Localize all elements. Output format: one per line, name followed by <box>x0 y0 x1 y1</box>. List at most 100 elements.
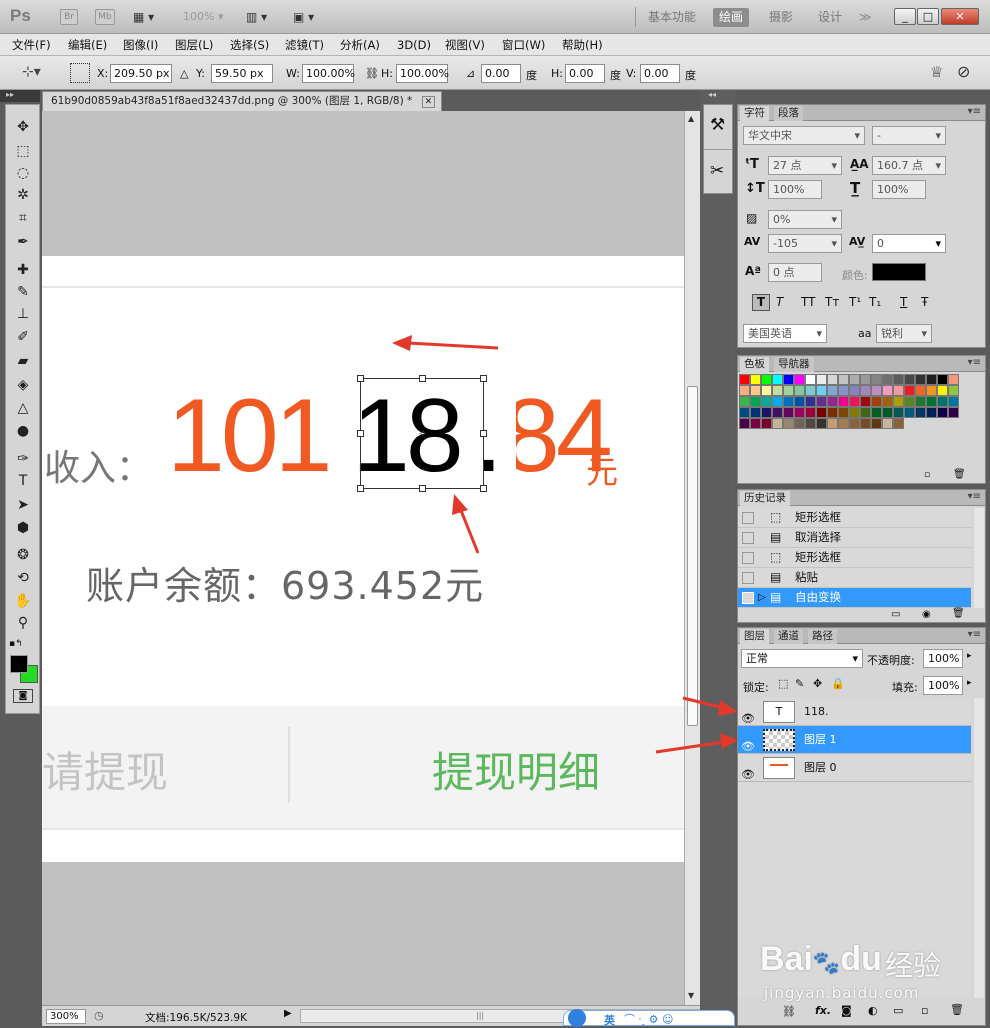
color-swatch[interactable] <box>827 418 838 429</box>
eraser-tool-icon[interactable]: ▰ <box>12 351 34 371</box>
fill-input[interactable]: 100% <box>923 676 963 695</box>
color-swatch[interactable] <box>783 418 794 429</box>
panel-menu-icon[interactable]: ▾≡ <box>968 106 981 117</box>
tab-paragraph[interactable]: 段落 <box>774 106 803 121</box>
healing-brush-tool-icon[interactable]: ✚ <box>12 260 34 280</box>
history-source-box[interactable] <box>742 572 754 584</box>
transform-handle-l[interactable] <box>357 430 364 437</box>
color-swatch[interactable] <box>805 385 816 396</box>
history-brush-tool-icon[interactable]: ✐ <box>12 327 34 347</box>
font-size-input[interactable]: 27 点 ▾ <box>768 156 842 175</box>
new-snapshot-icon[interactable]: ◉ <box>922 609 931 620</box>
color-swatch[interactable] <box>904 407 915 418</box>
menu-image[interactable]: 图像(I) <box>123 37 158 53</box>
history-item[interactable]: ⬚ 矩形选框 <box>738 508 971 528</box>
lock-transparent-icon[interactable]: ⬚ <box>778 677 788 690</box>
color-swatch[interactable] <box>948 407 959 418</box>
color-swatch[interactable] <box>926 374 937 385</box>
color-swatch[interactable] <box>794 385 805 396</box>
color-swatch[interactable] <box>937 396 948 407</box>
delta-icon[interactable]: △ <box>180 67 188 80</box>
color-swatch[interactable] <box>849 385 860 396</box>
zoom-input[interactable]: 300% <box>46 1009 86 1024</box>
color-swatch[interactable] <box>893 385 904 396</box>
ime-icons[interactable]: ⌒ ⸱ꞈ ⚙ ☺ <box>624 1011 673 1027</box>
tab-swatches[interactable]: 色板 <box>740 357 769 372</box>
height-scale-input[interactable]: 100.00% <box>396 64 449 83</box>
color-swatch[interactable] <box>772 407 783 418</box>
color-swatch[interactable] <box>937 374 948 385</box>
transform-handle-tr[interactable] <box>480 375 487 382</box>
dodge-tool-icon[interactable]: ● <box>12 421 34 441</box>
warp-mode-icon[interactable]: ♕ <box>930 63 943 81</box>
color-swatch[interactable] <box>849 374 860 385</box>
font-style-select[interactable]: - ▾ <box>872 126 946 145</box>
opacity-arrow-icon[interactable]: ▸ <box>967 651 972 661</box>
transform-bounding-box[interactable]: ✧ <box>357 375 487 492</box>
color-swatch[interactable] <box>926 407 937 418</box>
x-position-input[interactable]: 209.50 px <box>110 64 172 83</box>
color-swatch[interactable] <box>915 396 926 407</box>
color-swatch[interactable] <box>882 418 893 429</box>
color-swatch[interactable] <box>761 385 772 396</box>
foreground-color-swatch[interactable] <box>10 655 28 673</box>
tab-history[interactable]: 历史记录 <box>740 491 790 506</box>
close-document-icon[interactable]: ✕ <box>421 96 436 108</box>
eye-icon[interactable]: 👁 <box>741 761 755 789</box>
color-swatch[interactable] <box>926 385 937 396</box>
tsume-input[interactable]: 0% ▾ <box>768 210 842 229</box>
lock-position-icon[interactable]: ✥ <box>813 677 822 690</box>
menu-help[interactable]: 帮助(H) <box>562 37 603 53</box>
language-select[interactable]: 美国英语 ▾ <box>743 324 827 343</box>
blur-tool-icon[interactable]: △ <box>12 398 34 418</box>
color-swatch[interactable] <box>860 374 871 385</box>
transform-handle-t[interactable] <box>419 375 426 382</box>
color-swatch[interactable] <box>827 407 838 418</box>
color-swatch[interactable] <box>849 407 860 418</box>
type-tool-icon[interactable]: T <box>12 471 34 491</box>
history-source-box[interactable] <box>742 552 754 564</box>
color-swatch[interactable] <box>761 407 772 418</box>
color-swatch[interactable] <box>761 418 772 429</box>
color-swatch[interactable] <box>838 418 849 429</box>
color-swatch[interactable] <box>805 418 816 429</box>
color-swatch[interactable] <box>893 396 904 407</box>
color-swatch[interactable] <box>904 396 915 407</box>
delete-swatch-icon[interactable]: 🗑 <box>953 469 966 480</box>
menu-file[interactable]: 文件(F) <box>12 37 51 53</box>
pen-tool-icon[interactable]: ✑ <box>12 449 34 469</box>
new-swatch-icon[interactable]: ▫ <box>924 470 930 480</box>
color-swatch[interactable] <box>739 418 750 429</box>
superscript-button[interactable]: T¹ <box>849 295 861 309</box>
leading-input[interactable]: 160.7 点 ▾ <box>872 156 946 175</box>
horizontal-scale-input[interactable]: 100% <box>872 180 926 199</box>
all-caps-button[interactable]: TT <box>801 295 815 309</box>
layer-row-selected[interactable]: 👁 图层 1 <box>738 726 971 754</box>
color-swatch[interactable] <box>816 374 827 385</box>
color-swatch[interactable] <box>871 374 882 385</box>
opacity-input[interactable]: 100% <box>923 649 963 668</box>
vertical-scrollbar[interactable]: ▲ ▼ <box>684 111 700 1005</box>
color-swatch[interactable] <box>860 385 871 396</box>
color-swatch[interactable] <box>904 374 915 385</box>
color-swatch[interactable] <box>739 374 750 385</box>
color-swatch[interactable] <box>772 385 783 396</box>
width-scale-input[interactable]: 100.00% <box>302 64 355 83</box>
color-swatch[interactable] <box>882 385 893 396</box>
color-swatch[interactable] <box>904 385 915 396</box>
color-swatch[interactable] <box>849 396 860 407</box>
h-skew-input[interactable]: 0.00 <box>565 64 605 83</box>
eyedropper-tool-icon[interactable]: ✒ <box>12 232 34 252</box>
color-swatch[interactable] <box>794 396 805 407</box>
lasso-tool-icon[interactable]: ◌ <box>12 163 34 183</box>
color-swatch[interactable] <box>860 396 871 407</box>
color-swatch[interactable] <box>871 407 882 418</box>
color-swatch[interactable] <box>739 407 750 418</box>
paint-bucket-tool-icon[interactable]: ◈ <box>12 375 34 395</box>
color-swatch[interactable] <box>794 418 805 429</box>
color-swatch[interactable] <box>827 396 838 407</box>
menu-view[interactable]: 视图(V) <box>445 37 485 53</box>
default-colors-icon[interactable]: ▪↰ <box>9 639 23 649</box>
transform-handle-b[interactable] <box>419 485 426 492</box>
color-swatch[interactable] <box>783 407 794 418</box>
